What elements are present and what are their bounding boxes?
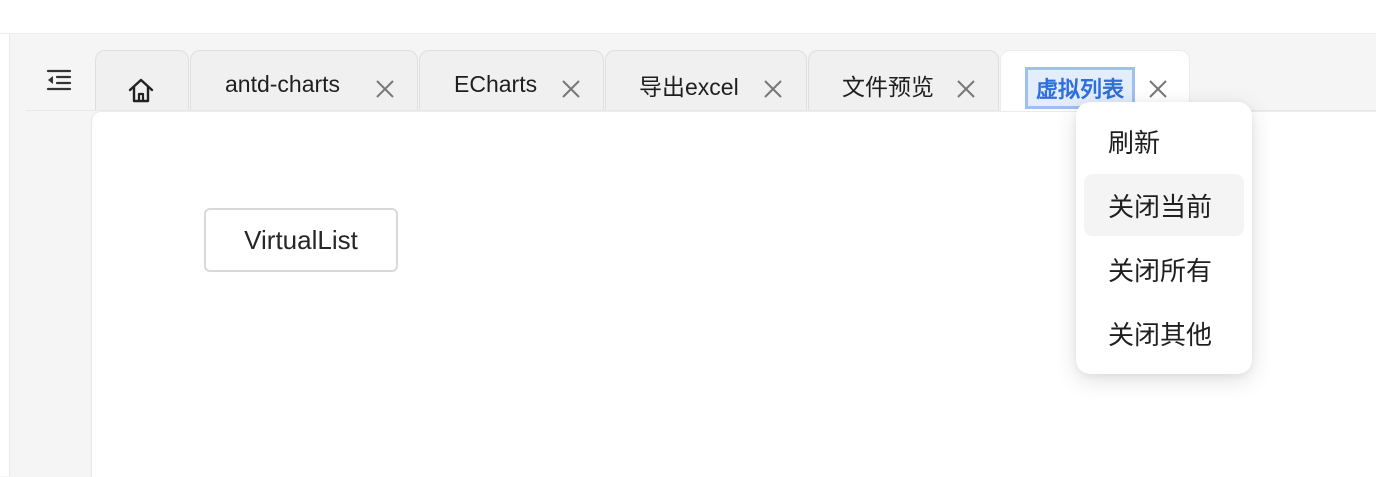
tab-close-icon[interactable] (559, 77, 583, 101)
tab-label: 文件预览 (842, 73, 934, 100)
menu-item-close-others[interactable]: 关闭其他 (1084, 302, 1244, 364)
tab-antd-charts[interactable]: antd-charts (190, 50, 418, 110)
tab-home[interactable] (95, 50, 189, 110)
top-header (0, 0, 1376, 34)
menu-item-close-current[interactable]: 关闭当前 (1084, 174, 1244, 236)
tab-close-icon[interactable] (373, 77, 397, 101)
tab-label: ECharts (454, 71, 538, 97)
menu-fold-button[interactable] (40, 62, 78, 98)
tab-context-menu: 刷新 关闭当前 关闭所有 关闭其他 (1076, 102, 1252, 374)
tab-label: 导出excel (639, 73, 739, 100)
virtual-list-button[interactable]: VirtualList (204, 208, 398, 272)
tab-export-excel[interactable]: 导出excel (605, 50, 807, 110)
tab-close-icon[interactable] (761, 77, 785, 101)
sidebar-edge (0, 34, 10, 476)
menu-fold-icon (46, 69, 72, 91)
tab-close-icon[interactable] (954, 77, 978, 101)
menu-item-close-all[interactable]: 关闭所有 (1084, 238, 1244, 300)
home-icon (128, 78, 154, 103)
tab-file-preview[interactable]: 文件预览 (808, 50, 999, 110)
tab-label: antd-charts (225, 71, 341, 97)
tab-close-icon[interactable] (1146, 77, 1170, 101)
tab-echarts[interactable]: ECharts (419, 50, 604, 110)
menu-item-refresh[interactable]: 刷新 (1084, 110, 1244, 172)
